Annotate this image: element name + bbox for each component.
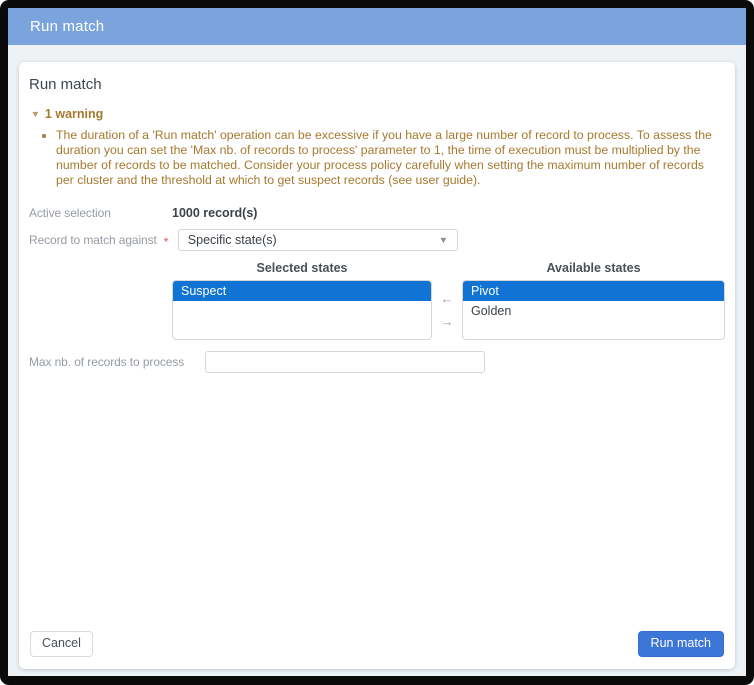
chevron-down-icon: ▼ — [438, 234, 449, 245]
record-to-match-selected-value: Specific state(s) — [187, 233, 277, 247]
move-left-button[interactable]: ← — [441, 292, 454, 305]
run-match-dialog: Run match Run match ▼ 1 warning The dura… — [8, 8, 746, 676]
arrow-left-icon: ← — [440, 291, 454, 306]
dialog-title: Run match — [30, 18, 105, 35]
max-records-input[interactable] — [205, 351, 486, 373]
run-match-card: Run match ▼ 1 warning The duration of a … — [19, 62, 735, 669]
list-item[interactable]: Suspect — [173, 281, 431, 301]
window-frame: Run match Run match ▼ 1 warning The dura… — [0, 0, 754, 685]
dialog-titlebar: Run match — [8, 8, 746, 45]
dual-list-headers: Selected states Available states — [172, 261, 725, 275]
selected-states-header: Selected states — [256, 261, 348, 275]
required-indicator: * — [163, 234, 169, 249]
warning-toggle-label: 1 warning — [44, 107, 104, 121]
record-to-match-row: Record to match against * Specific state… — [29, 229, 727, 251]
dialog-body: Run match ▼ 1 warning The duration of a … — [8, 45, 746, 676]
page-title: Run match — [29, 76, 102, 93]
collapse-caret-icon: ▼ — [30, 108, 41, 119]
selected-states-listbox[interactable]: Suspect — [172, 280, 432, 340]
warning-message: The duration of a 'Run match' operation … — [56, 128, 715, 188]
empty-space — [27, 373, 727, 631]
states-dual-list: Selected states Available states Suspect… — [172, 261, 725, 340]
available-states-header: Available states — [546, 261, 641, 275]
available-states-listbox[interactable]: Pivot Golden — [462, 280, 725, 340]
active-selection-row: Active selection 1000 record(s) — [29, 206, 727, 220]
arrow-right-icon: → — [440, 314, 454, 329]
active-selection-value: 1000 record(s) — [172, 206, 258, 220]
warning-message-list: The duration of a 'Run match' operation … — [27, 128, 727, 188]
move-right-button[interactable]: → — [441, 315, 454, 328]
list-item[interactable]: Golden — [463, 301, 724, 321]
max-records-row: Max nb. of records to process — [29, 351, 727, 373]
run-match-button[interactable]: Run match — [637, 631, 724, 657]
required-indicator-spacer — [184, 361, 205, 364]
move-buttons: ← → — [432, 280, 462, 340]
max-records-label: Max nb. of records to process — [29, 355, 185, 369]
warning-toggle[interactable]: ▼ 1 warning — [30, 107, 104, 121]
cancel-button[interactable]: Cancel — [30, 631, 93, 657]
record-to-match-label: Record to match against — [29, 233, 157, 247]
active-selection-label: Active selection — [29, 206, 111, 220]
list-item[interactable]: Pivot — [463, 281, 724, 301]
dual-list-body: Suspect ← → Pivot Golden — [172, 280, 725, 340]
required-indicator-spacer — [151, 212, 172, 215]
record-to-match-select[interactable]: Specific state(s) ▼ — [177, 229, 458, 251]
dialog-footer: Cancel Run match — [27, 631, 727, 659]
